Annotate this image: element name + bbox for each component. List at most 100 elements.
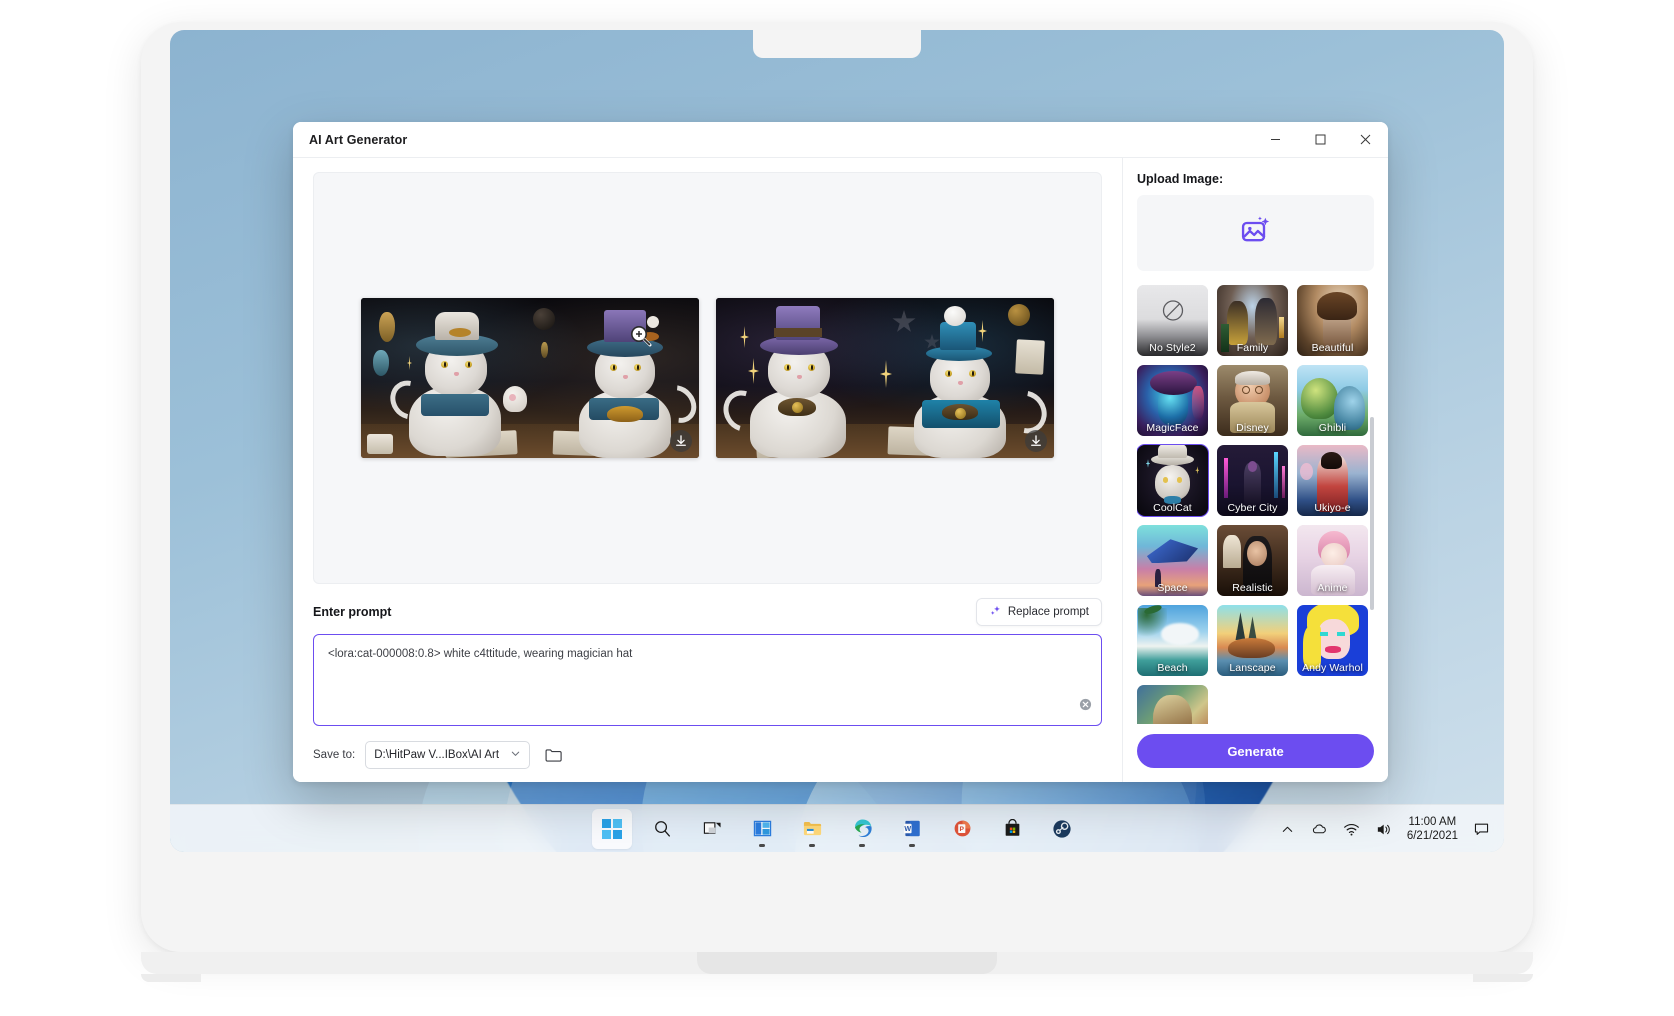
close-button[interactable] — [1343, 122, 1388, 158]
zoom-magnifier-icon — [630, 325, 652, 347]
style-cell-beach[interactable]: Beach — [1137, 605, 1208, 676]
edge-icon[interactable] — [842, 809, 882, 849]
taskbar-clock[interactable]: 11:00 AM 6/21/2021 — [1407, 815, 1458, 844]
clock-time: 11:00 AM — [1408, 815, 1457, 828]
save-to-label: Save to: — [313, 749, 356, 761]
style-cell-andy-warhol[interactable]: Andy Warhol — [1297, 605, 1368, 676]
style-list-scroll[interactable]: No Style2 Family Beautiful MagicFace Dis… — [1137, 285, 1374, 724]
add-image-icon — [1240, 215, 1272, 252]
steam-icon[interactable] — [1042, 809, 1082, 849]
result-image-1[interactable] — [361, 298, 699, 458]
style-grid: No Style2 Family Beautiful MagicFace Dis… — [1137, 285, 1368, 724]
clear-prompt-icon[interactable] — [1079, 698, 1092, 717]
style-cell-anime[interactable]: Anime — [1297, 525, 1368, 596]
widgets-icon[interactable] — [742, 809, 782, 849]
style-cell-ukiyo-e[interactable]: Ukiyo-e — [1297, 445, 1368, 516]
result-image-2-art — [716, 298, 1054, 458]
search-icon[interactable] — [642, 809, 682, 849]
download-icon[interactable] — [670, 430, 692, 452]
svg-text:W: W — [904, 825, 911, 833]
style-scrollbar-thumb[interactable] — [1370, 416, 1374, 610]
results-preview-area — [313, 172, 1102, 584]
style-label: Cyber City — [1227, 502, 1278, 514]
style-label: Ukiyo-e — [1314, 502, 1351, 514]
volume-icon[interactable] — [1375, 820, 1393, 838]
style-label: No Style2 — [1149, 342, 1196, 354]
ai-art-generator-window: AI Art Generator Enter prompt Replace pr… — [293, 122, 1388, 782]
style-cell-van-gogh[interactable] — [1137, 685, 1208, 724]
style-cell-cyber-city[interactable]: Cyber City — [1217, 445, 1288, 516]
open-folder-button[interactable] — [540, 742, 566, 768]
save-to-bar: Save to: D:\HitPaw V...IBox\AI Art — [313, 728, 1102, 782]
style-cell-coolcat[interactable]: CoolCat — [1137, 444, 1209, 517]
upload-image-label: Upload Image: — [1137, 172, 1224, 186]
style-cell-disney[interactable]: Disney — [1217, 365, 1288, 436]
style-cell-magicface[interactable]: MagicFace — [1137, 365, 1208, 436]
style-label: Beach — [1157, 662, 1188, 674]
laptop-foot-right — [1473, 974, 1533, 982]
start-button[interactable] — [592, 808, 632, 849]
task-view-icon[interactable] — [692, 809, 732, 849]
save-path-value: D:\HitPaw V...IBox\AI Art — [374, 749, 500, 761]
style-cell-no-style2[interactable]: No Style2 — [1137, 285, 1208, 356]
style-cell-family[interactable]: Family — [1217, 285, 1288, 356]
window-body: Enter prompt Replace prompt <lora:cat-00… — [293, 158, 1388, 782]
windows-taskbar: W P 11:00 AM 6/21/2021 — [170, 804, 1504, 852]
style-label: CoolCat — [1153, 502, 1192, 514]
style-label: Realistic — [1232, 582, 1273, 594]
style-label: MagicFace — [1146, 422, 1199, 434]
style-cell-realistic[interactable]: Realistic — [1217, 525, 1288, 596]
result-image-2[interactable] — [716, 298, 1054, 458]
style-label: Ghibli — [1318, 422, 1347, 434]
style-label: Space — [1157, 582, 1188, 594]
onedrive-cloud-icon[interactable] — [1311, 820, 1329, 838]
style-label: Anime — [1317, 582, 1348, 594]
wifi-icon[interactable] — [1343, 820, 1361, 838]
prompt-input[interactable]: <lora:cat-000008:0.8> white c4ttitude, w… — [313, 634, 1102, 726]
right-pane: Upload Image: No Style2 Family Beautiful… — [1123, 158, 1388, 782]
replace-prompt-label: Replace prompt — [1007, 606, 1089, 618]
file-explorer-icon[interactable] — [792, 809, 832, 849]
prompt-label: Enter prompt — [313, 605, 392, 619]
upload-image-dropzone[interactable] — [1137, 195, 1374, 271]
style-label: Andy Warhol — [1302, 662, 1363, 674]
notification-center-icon[interactable] — [1472, 820, 1490, 838]
style-cell-beautiful[interactable]: Beautiful — [1297, 285, 1368, 356]
screenshot-root: AI Art Generator Enter prompt Replace pr… — [0, 0, 1674, 1016]
style-cell-ghibli[interactable]: Ghibli — [1297, 365, 1368, 436]
style-thumb — [1137, 685, 1208, 724]
no-style-icon — [1161, 299, 1185, 328]
laptop-screen: AI Art Generator Enter prompt Replace pr… — [170, 30, 1504, 852]
window-title: AI Art Generator — [309, 132, 408, 147]
prompt-text: <lora:cat-000008:0.8> white c4ttitude, w… — [328, 648, 633, 660]
microsoft-store-icon[interactable] — [992, 809, 1032, 849]
laptop-base-notch — [697, 952, 997, 974]
maximize-button[interactable] — [1298, 122, 1343, 158]
style-label: Disney — [1236, 422, 1269, 434]
laptop-camera-notch — [753, 30, 921, 58]
prompt-header: Enter prompt Replace prompt — [313, 584, 1102, 634]
style-scrollbar-track[interactable] — [1370, 285, 1374, 724]
left-pane: Enter prompt Replace prompt <lora:cat-00… — [293, 158, 1123, 782]
laptop-foot-left — [141, 974, 201, 982]
powerpoint-icon[interactable]: P — [942, 809, 982, 849]
save-path-select[interactable]: D:\HitPaw V...IBox\AI Art — [365, 741, 531, 769]
generate-button-wrap: Generate — [1137, 724, 1374, 782]
style-cell-lanscape[interactable]: Lanscape — [1217, 605, 1288, 676]
window-titlebar: AI Art Generator — [293, 122, 1388, 158]
word-icon[interactable]: W — [892, 809, 932, 849]
system-tray: 11:00 AM 6/21/2021 — [1279, 805, 1490, 852]
download-icon[interactable] — [1025, 430, 1047, 452]
style-cell-space[interactable]: Space — [1137, 525, 1208, 596]
style-label: Lanscape — [1229, 662, 1276, 674]
svg-text:P: P — [959, 826, 964, 833]
window-controls — [1253, 122, 1388, 158]
replace-prompt-button[interactable]: Replace prompt — [975, 598, 1102, 626]
result-image-1-art — [361, 298, 699, 458]
chevron-down-icon — [510, 748, 521, 762]
minimize-button[interactable] — [1253, 122, 1298, 158]
style-label: Beautiful — [1311, 342, 1354, 354]
show-hidden-icons-chevron[interactable] — [1279, 820, 1297, 838]
style-label: Family — [1236, 342, 1269, 354]
generate-button[interactable]: Generate — [1137, 734, 1374, 768]
